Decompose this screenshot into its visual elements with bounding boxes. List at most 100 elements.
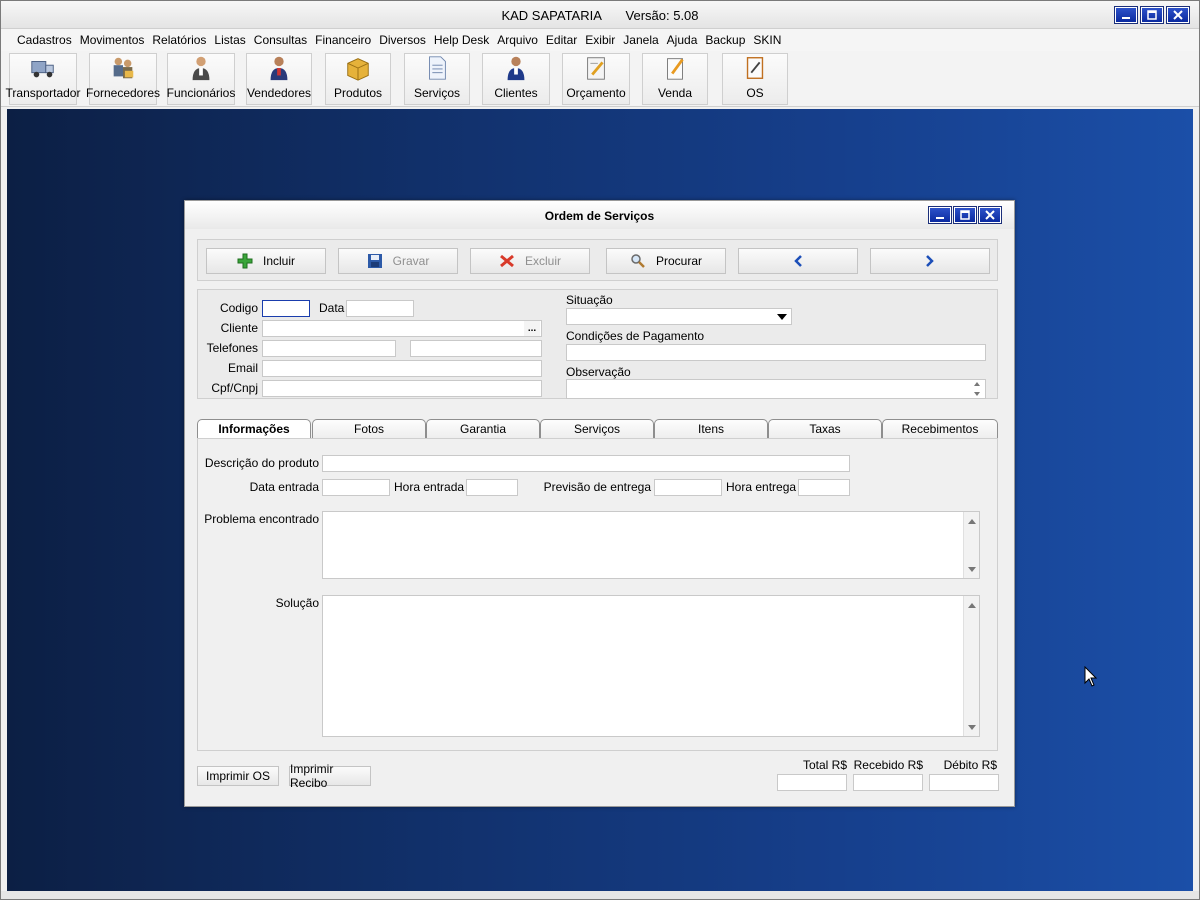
- scroll-down-arrow[interactable]: [964, 562, 980, 576]
- problema-encontrado-textarea[interactable]: [322, 511, 980, 579]
- chevron-down-icon: [968, 566, 976, 572]
- excluir-button[interactable]: Excluir: [470, 248, 590, 274]
- toolbar-label: Serviços: [413, 86, 460, 100]
- toolbar-funcionarios-button[interactable]: Funcionários: [167, 53, 235, 105]
- os-tab-strip: Informações Fotos Garantia Serviços Iten…: [197, 419, 998, 440]
- descricao-produto-field[interactable]: [322, 455, 850, 472]
- imprimir-recibo-button[interactable]: Imprimir Recibo: [289, 762, 371, 790]
- condicoes-pagamento-field[interactable]: [566, 344, 986, 361]
- tab-servicos[interactable]: Serviços: [540, 419, 654, 439]
- employee-icon: [192, 56, 210, 81]
- tab-taxas[interactable]: Taxas: [768, 419, 882, 439]
- toolbar-venda-button[interactable]: Venda: [642, 53, 708, 105]
- email-field[interactable]: [262, 360, 542, 377]
- previous-record-button[interactable]: [738, 248, 858, 274]
- observacao-field[interactable]: [566, 379, 986, 399]
- toolbar-transportador-button[interactable]: Transportador: [6, 53, 80, 105]
- cpf-cnpj-label: Cpf/Cnpj: [211, 381, 258, 395]
- os-maximize-button[interactable]: [953, 206, 977, 224]
- solucao-scrollbar[interactable]: [963, 596, 979, 736]
- toolbar-clientes-button[interactable]: Clientes: [482, 53, 550, 105]
- tab-informacoes[interactable]: Informações: [197, 419, 311, 440]
- minimize-icon: [936, 217, 944, 219]
- menu-help-desk[interactable]: Help Desk: [430, 33, 493, 47]
- codigo-field[interactable]: [262, 300, 310, 317]
- tab-recebimentos[interactable]: Recebimentos: [882, 419, 998, 439]
- os-close-button[interactable]: [978, 206, 1002, 224]
- close-button[interactable]: [1166, 6, 1190, 24]
- toolbar-label: Transportador: [5, 86, 81, 100]
- toolbar-label: OS: [746, 86, 764, 100]
- os-minimize-button[interactable]: [928, 206, 952, 224]
- hora-entrada-field[interactable]: [466, 479, 518, 496]
- telefone-2-field[interactable]: [410, 340, 542, 357]
- menu-consultas[interactable]: Consultas: [250, 33, 311, 47]
- menu-relatorios[interactable]: Relatórios: [148, 33, 210, 47]
- chevron-down-icon: [968, 724, 976, 730]
- procurar-button[interactable]: Procurar: [606, 248, 726, 274]
- scroll-down-arrow[interactable]: [964, 720, 980, 734]
- observacao-label: Observação: [566, 365, 631, 379]
- data-entrada-field[interactable]: [322, 479, 390, 496]
- main-window-controls: [1114, 6, 1190, 24]
- menu-skin[interactable]: SKIN: [749, 33, 785, 47]
- menu-bar: Cadastros Movimentos Relatórios Listas C…: [1, 29, 1199, 51]
- os-window-title-bar: Ordem de Serviços: [185, 201, 1014, 229]
- toolbar-vendedores-button[interactable]: Vendedores: [246, 53, 312, 105]
- toolbar-label: Venda: [657, 86, 693, 100]
- previsao-entrega-field[interactable]: [654, 479, 722, 496]
- minimize-button[interactable]: [1114, 6, 1138, 24]
- cpf-cnpj-field[interactable]: [262, 380, 542, 397]
- menu-backup[interactable]: Backup: [701, 33, 749, 47]
- menu-financeiro[interactable]: Financeiro: [311, 33, 375, 47]
- toolbar-servicos-button[interactable]: Serviços: [404, 53, 470, 105]
- imprimir-os-button[interactable]: Imprimir OS: [197, 766, 279, 786]
- situacao-select[interactable]: [566, 308, 792, 325]
- menu-janela[interactable]: Janela: [619, 33, 662, 47]
- hora-entrega-label: Hora entrega: [726, 480, 797, 494]
- toolbar-fornecedores-button[interactable]: Fornecedores: [86, 53, 160, 105]
- search-icon: [631, 254, 645, 268]
- tab-fotos[interactable]: Fotos: [312, 419, 426, 439]
- hora-entrega-field[interactable]: [798, 479, 850, 496]
- budget-icon: [587, 57, 605, 80]
- problema-scrollbar[interactable]: [963, 512, 979, 578]
- cliente-field[interactable]: [262, 320, 542, 337]
- menu-editar[interactable]: Editar: [542, 33, 581, 47]
- tab-itens[interactable]: Itens: [654, 419, 768, 439]
- scroll-up-arrow[interactable]: [964, 598, 980, 612]
- menu-exibir[interactable]: Exibir: [581, 33, 619, 47]
- menu-diversos[interactable]: Diversos: [375, 33, 430, 47]
- toolbar-label: Orçamento: [566, 86, 626, 100]
- chevron-down-icon: [777, 314, 787, 320]
- toolbar-os-button[interactable]: OS: [722, 53, 788, 105]
- cliente-lookup-button[interactable]: ...: [524, 321, 540, 336]
- tab-garantia[interactable]: Garantia: [426, 419, 540, 439]
- situacao-label: Situação: [566, 293, 613, 307]
- menu-listas[interactable]: Listas: [210, 33, 249, 47]
- excluir-label: Excluir: [524, 254, 561, 268]
- menu-arquivo[interactable]: Arquivo: [493, 33, 542, 47]
- app-title: KAD SAPATARIA Versão: 5.08: [1, 8, 1199, 23]
- gravar-button[interactable]: Gravar: [338, 248, 458, 274]
- minimize-icon: [1122, 17, 1130, 19]
- menu-movimentos[interactable]: Movimentos: [76, 33, 149, 47]
- toolbar-produtos-button[interactable]: Produtos: [325, 53, 391, 105]
- next-record-button[interactable]: [870, 248, 990, 274]
- incluir-button[interactable]: Incluir: [206, 248, 326, 274]
- menu-ajuda[interactable]: Ajuda: [663, 33, 702, 47]
- telefone-1-field[interactable]: [262, 340, 396, 357]
- data-entrada-label: Data entrada: [249, 480, 319, 494]
- informacoes-tab-panel: Descrição do produto Data entrada Hora e…: [197, 438, 998, 751]
- os-icon: [746, 57, 764, 79]
- scroll-up-arrow[interactable]: [964, 514, 980, 528]
- solucao-textarea[interactable]: [322, 595, 980, 737]
- main-title-bar: KAD SAPATARIA Versão: 5.08: [1, 1, 1199, 29]
- document-icon: [429, 56, 446, 80]
- problema-encontrado-label: Problema encontrado: [204, 512, 319, 526]
- menu-cadastros[interactable]: Cadastros: [13, 33, 76, 47]
- debito-label: Débito R$: [943, 758, 997, 772]
- toolbar-orcamento-button[interactable]: Orçamento: [562, 53, 630, 105]
- maximize-button[interactable]: [1140, 6, 1164, 24]
- data-field[interactable]: [346, 300, 414, 317]
